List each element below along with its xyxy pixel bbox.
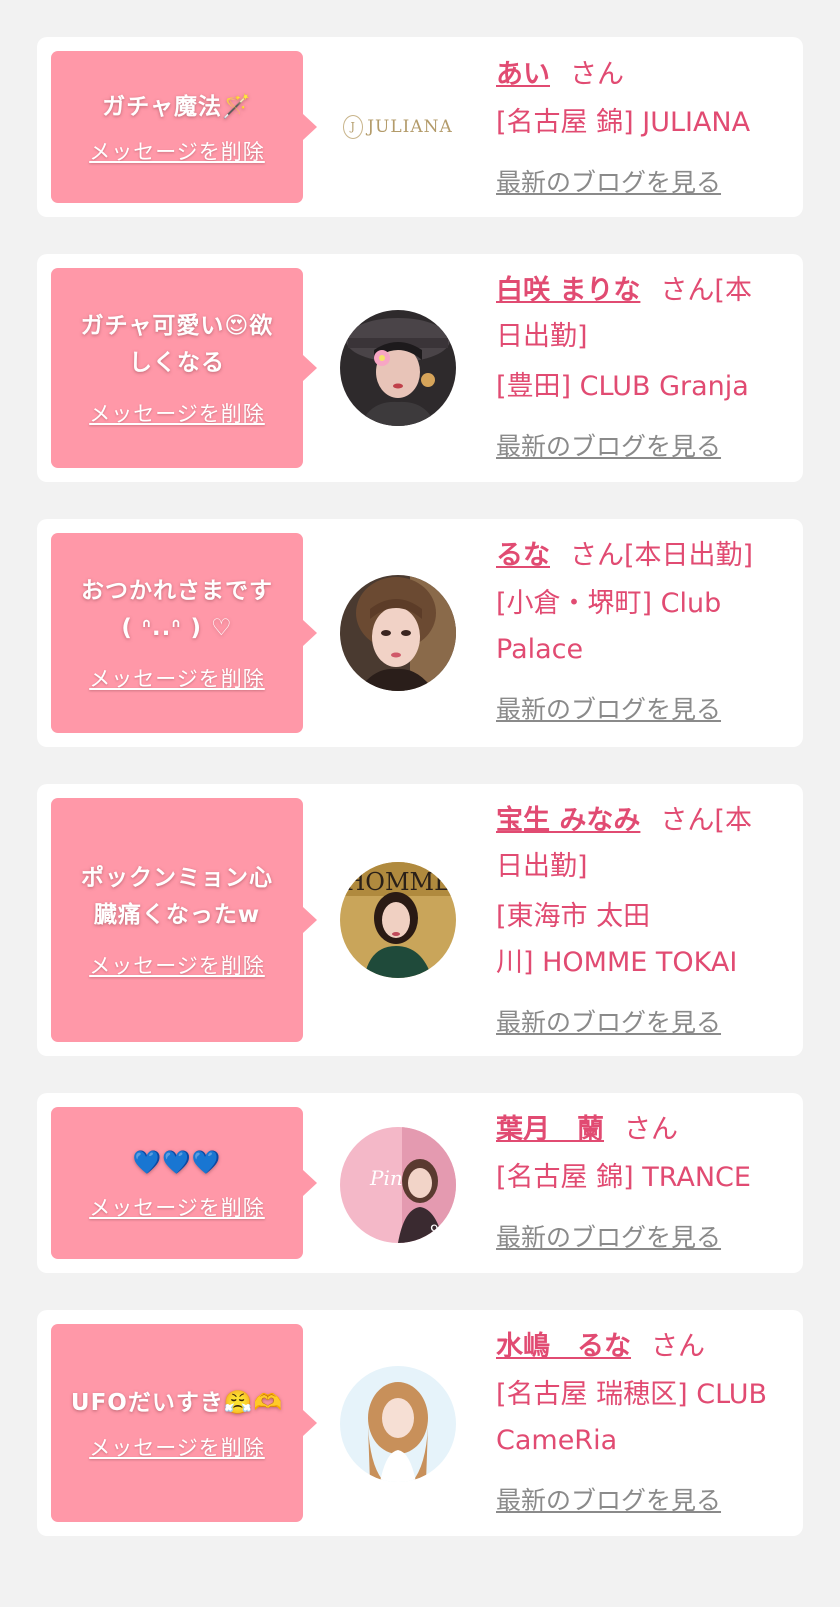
shop-name-cont: CameRia bbox=[496, 1425, 618, 1456]
logo-text: JULIANA bbox=[367, 117, 453, 137]
delete-message-link[interactable]: メッセージを削除 bbox=[89, 136, 265, 166]
message-card: ポックンミョン心 臓痛くなったw メッセージを削除 HOMME 宝生 みなみ さん… bbox=[37, 784, 803, 1056]
shop-name: [小倉・堺町] Club bbox=[496, 588, 722, 619]
avatar-photo: HOMME bbox=[340, 862, 456, 978]
juliana-logo-icon: J bbox=[343, 115, 364, 139]
honorific: さん[本日出勤] bbox=[570, 540, 754, 571]
cast-info: 葉月 蘭さん [名古屋 錦] TRANCE 最新のブログを見る bbox=[496, 1107, 796, 1261]
cast-info: るな さん[本日出勤] [小倉・堺町] Club Palace 最新のブログを見る bbox=[496, 533, 796, 733]
honorific: さん[本 bbox=[660, 805, 752, 836]
cast-avatar[interactable]: Pink 9 bbox=[340, 1127, 456, 1243]
delete-message-link[interactable]: メッセージを削除 bbox=[89, 1432, 265, 1462]
cast-name-link[interactable]: 葉月 蘭 bbox=[496, 1114, 604, 1145]
message-card: UFOだいすき😤🫶 メッセージを削除 水嶋 るな さん [名古屋 瑞穂区] CLU… bbox=[37, 1310, 803, 1536]
shop-name: [東海市 太田 bbox=[496, 901, 651, 932]
delete-message-link[interactable]: メッセージを削除 bbox=[89, 950, 265, 980]
latest-blog-link[interactable]: 最新のブログを見る bbox=[496, 424, 721, 470]
avatar-photo bbox=[340, 310, 456, 426]
cast-avatar[interactable] bbox=[340, 1366, 456, 1482]
message-text: おつかれさまです ( ᐢ..ᐢ ) ♡ bbox=[81, 578, 273, 641]
shop-logo: J JULIANA bbox=[340, 102, 456, 152]
message-card: 💙💙💙 メッセージを削除 Pink 9 葉月 蘭さん [名古屋 錦] TRANC… bbox=[37, 1093, 803, 1273]
work-status: 日出勤] bbox=[496, 851, 588, 882]
avatar-photo bbox=[340, 1366, 456, 1482]
avatar-photo bbox=[340, 575, 456, 691]
message-bubble: ガチャ可愛い😍欲 しくなる メッセージを削除 bbox=[51, 268, 317, 468]
cast-name-link[interactable]: 白咲 まりな bbox=[496, 275, 640, 306]
honorific: さん bbox=[570, 59, 624, 90]
favorite-message-list: ガチャ魔法🪄 メッセージを削除 J JULIANA あい さん [名古屋 錦] J… bbox=[37, 37, 803, 1573]
shop-name: [名古屋 錦] TRANCE bbox=[496, 1162, 751, 1193]
cast-info: あい さん [名古屋 錦] JULIANA 最新のブログを見る bbox=[496, 52, 796, 206]
cast-info: 宝生 みなみ さん[本 日出勤] [東海市 太田 川] HOMME TOKAI 最… bbox=[496, 798, 796, 1046]
svg-text:9: 9 bbox=[430, 1223, 439, 1239]
message-text: ガチャ可愛い😍欲 しくなる bbox=[80, 313, 274, 376]
delete-message-link[interactable]: メッセージを削除 bbox=[89, 398, 265, 428]
cast-avatar[interactable]: HOMME bbox=[340, 862, 456, 978]
honorific: さん[本 bbox=[660, 275, 752, 306]
message-bubble: ポックンミョン心 臓痛くなったw メッセージを削除 bbox=[51, 798, 317, 1042]
message-card: おつかれさまです ( ᐢ..ᐢ ) ♡ メッセージを削除 るなさん[本日出勤] bbox=[37, 519, 803, 747]
cast-name-link[interactable]: るな bbox=[496, 540, 550, 571]
svg-text:HOMME: HOMME bbox=[344, 868, 451, 896]
honorific: さん bbox=[651, 1331, 705, 1362]
latest-blog-link[interactable]: 最新のブログを見る bbox=[496, 1000, 721, 1046]
message-card: ガチャ可愛い😍欲 しくなる メッセージを削除 白咲 まりな さん[本 日出勤] … bbox=[37, 254, 803, 482]
cast-info: 水嶋 るな さん [名古屋 瑞穂区] CLUB CameRia 最新のブログを見る bbox=[496, 1324, 796, 1524]
delete-message-link[interactable]: メッセージを削除 bbox=[89, 663, 265, 693]
cast-name-link[interactable]: 水嶋 るな bbox=[496, 1331, 631, 1362]
shop-name-cont: 川] HOMME TOKAI bbox=[496, 947, 738, 978]
work-status: 日出勤] bbox=[496, 321, 588, 352]
message-text: 💙💙💙 bbox=[132, 1149, 222, 1176]
shop-name-cont: Palace bbox=[496, 634, 584, 665]
message-text: ガチャ魔法🪄 bbox=[102, 93, 252, 120]
cast-info: 白咲 まりな さん[本 日出勤] [豊田] CLUB Granja 最新のブログを… bbox=[496, 268, 796, 470]
message-bubble: UFOだいすき😤🫶 メッセージを削除 bbox=[51, 1324, 317, 1522]
shop-name: [名古屋 錦] JULIANA bbox=[496, 107, 751, 138]
message-bubble: 💙💙💙 メッセージを削除 bbox=[51, 1107, 317, 1259]
message-text: UFOだいすき😤🫶 bbox=[70, 1389, 284, 1416]
latest-blog-link[interactable]: 最新のブログを見る bbox=[496, 1478, 721, 1524]
latest-blog-link[interactable]: 最新のブログを見る bbox=[496, 160, 721, 206]
latest-blog-link[interactable]: 最新のブログを見る bbox=[496, 1215, 721, 1261]
cast-avatar[interactable] bbox=[340, 575, 456, 691]
cast-name-link[interactable]: 宝生 みなみ bbox=[496, 805, 640, 836]
latest-blog-link[interactable]: 最新のブログを見る bbox=[496, 687, 721, 733]
cast-name-link[interactable]: あい bbox=[496, 59, 550, 90]
message-bubble: ガチャ魔法🪄 メッセージを削除 bbox=[51, 51, 317, 203]
cast-avatar[interactable] bbox=[340, 310, 456, 426]
delete-message-link[interactable]: メッセージを削除 bbox=[89, 1192, 265, 1222]
shop-name: [豊田] CLUB Granja bbox=[496, 371, 749, 402]
message-bubble: おつかれさまです ( ᐢ..ᐢ ) ♡ メッセージを削除 bbox=[51, 533, 317, 733]
message-card: ガチャ魔法🪄 メッセージを削除 J JULIANA あい さん [名古屋 錦] J… bbox=[37, 37, 803, 217]
message-text: ポックンミョン心 臓痛くなったw bbox=[81, 865, 273, 928]
shop-name: [名古屋 瑞穂区] CLUB bbox=[496, 1379, 768, 1410]
avatar-photo: Pink 9 bbox=[340, 1127, 456, 1243]
honorific: さん bbox=[624, 1114, 678, 1145]
